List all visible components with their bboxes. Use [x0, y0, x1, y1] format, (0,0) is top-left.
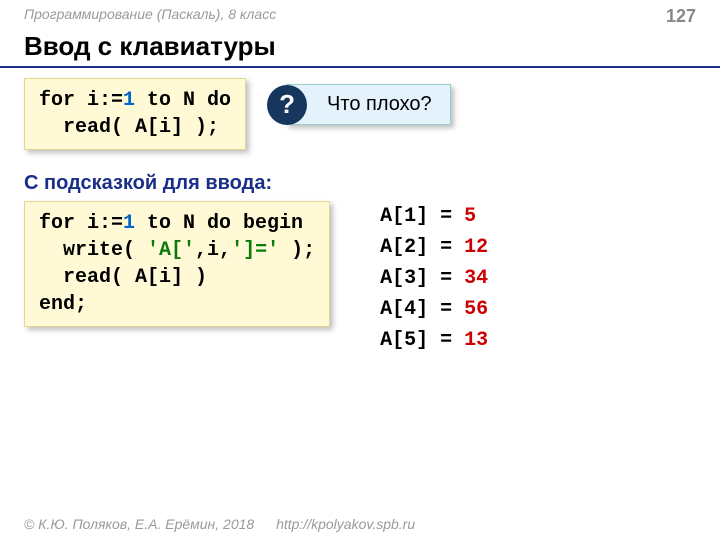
sub-heading: С подсказкой для ввода:: [24, 172, 696, 195]
code-text: to N do begin: [135, 212, 303, 235]
output-value: 34: [464, 267, 488, 290]
question-icon: ?: [267, 85, 307, 125]
output-row: A[3] = 34: [380, 263, 488, 294]
footer-url: http://kpolyakov.spb.ru: [276, 516, 415, 532]
output-label: A[1] =: [380, 205, 464, 228]
code-block-1: for i:=1 to N do read( A[i] );: [24, 78, 246, 150]
code-text: ,i,: [195, 239, 231, 262]
row-1: for i:=1 to N do read( A[i] ); ? Что пло…: [24, 78, 696, 150]
code-text: end;: [39, 293, 87, 316]
output-value: 12: [464, 236, 488, 259]
code-string: ']=': [231, 239, 279, 262]
output-label: A[5] =: [380, 329, 464, 352]
code-text: );: [279, 239, 315, 262]
code-text: write(: [39, 239, 147, 262]
callout-text: Что плохо?: [327, 93, 432, 115]
footer: © К.Ю. Поляков, Е.А. Ерёмин, 2018 http:/…: [24, 516, 415, 532]
output-label: A[3] =: [380, 267, 464, 290]
output-label: A[2] =: [380, 236, 464, 259]
callout-box: ? Что плохо?: [286, 84, 451, 125]
output-row: A[2] = 12: [380, 232, 488, 263]
output-row: A[4] = 56: [380, 294, 488, 325]
output-value: 13: [464, 329, 488, 352]
page-number: 127: [666, 6, 696, 27]
code-string: 'A[': [147, 239, 195, 262]
callout-wrap: ? Что плохо?: [286, 84, 451, 125]
code-text: read( A[i] ): [39, 266, 207, 289]
output-value: 56: [464, 298, 488, 321]
code-block-2: for i:=1 to N do begin write( 'A[',i,']=…: [24, 201, 330, 327]
course-label: Программирование (Паскаль), 8 класс: [24, 6, 276, 27]
output-row: A[1] = 5: [380, 201, 488, 232]
code-number: 1: [123, 212, 135, 235]
page-title: Ввод с клавиатуры: [0, 29, 720, 68]
output-value: 5: [464, 205, 476, 228]
row-2: for i:=1 to N do begin write( 'A[',i,']=…: [24, 201, 696, 356]
output-label: A[4] =: [380, 298, 464, 321]
sample-output: A[1] = 5 A[2] = 12 A[3] = 34 A[4] = 56 A…: [380, 201, 488, 356]
output-row: A[5] = 13: [380, 325, 488, 356]
header: Программирование (Паскаль), 8 класс 127: [0, 0, 720, 29]
copyright: © К.Ю. Поляков, Е.А. Ерёмин, 2018: [24, 516, 254, 532]
content: for i:=1 to N do read( A[i] ); ? Что пло…: [0, 68, 720, 356]
code-text: for i:=: [39, 89, 123, 112]
code-text: for i:=: [39, 212, 123, 235]
code-number: 1: [123, 89, 135, 112]
code-text: read( A[i] );: [39, 116, 219, 139]
code-text: to N do: [135, 89, 231, 112]
